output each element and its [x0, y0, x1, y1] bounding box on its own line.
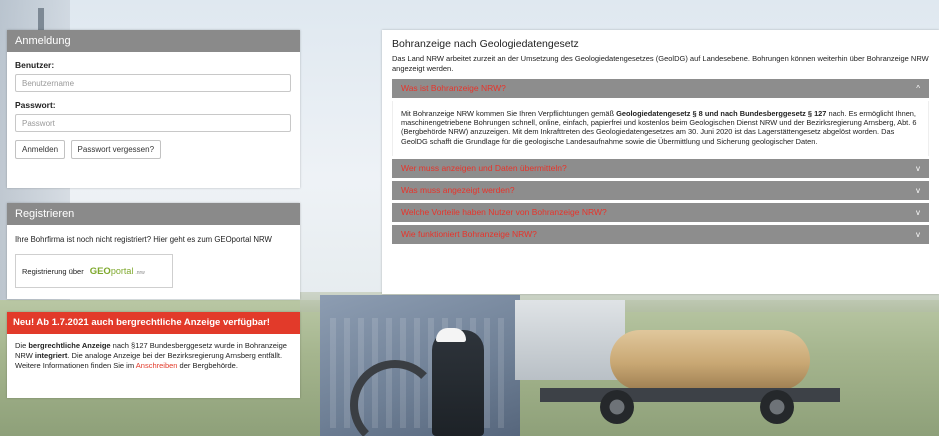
- chevron-down-icon: v: [916, 164, 920, 174]
- notice-card: Neu! Ab 1.7.2021 auch bergrechtliche Anz…: [7, 312, 300, 398]
- chevron-down-icon: v: [916, 186, 920, 196]
- accordion-item-was-muss[interactable]: Was muss angezeigt werden? v: [392, 181, 929, 201]
- register-intro: Ihre Bohrfirma ist noch nicht registrier…: [15, 235, 272, 244]
- page-title: Bohranzeige nach Geologiedatengesetz: [392, 38, 579, 50]
- worker: [432, 330, 484, 436]
- register-card: Registrieren Ihre Bohrfirma ist noch nic…: [7, 203, 300, 299]
- accordion-item-was-ist[interactable]: Was ist Bohranzeige NRW? ^: [392, 78, 929, 98]
- register-link-text: Registrierung über: [22, 266, 84, 276]
- accordion-item-vorteile[interactable]: Welche Vorteile haben Nutzer von Bohranz…: [392, 203, 929, 223]
- accordion-body-was-ist: Mit Bohranzeige NRW kommen Sie Ihren Ver…: [392, 100, 929, 157]
- login-card: Anmeldung Benutzer: Passwort: Anmelden P…: [7, 30, 300, 188]
- accordion-item-wie-funktioniert[interactable]: Wie funktioniert Bohranzeige NRW? v: [392, 225, 929, 245]
- username-input[interactable]: [15, 74, 291, 92]
- truck-cab: [515, 300, 625, 380]
- password-label: Passwort:: [15, 100, 56, 110]
- trailer-chassis: [540, 388, 840, 402]
- login-title: Anmeldung: [7, 30, 300, 52]
- user-label: Benutzer:: [15, 60, 55, 70]
- register-title: Registrieren: [7, 203, 300, 225]
- login-button[interactable]: Anmelden: [15, 140, 66, 159]
- notice-title: Neu! Ab 1.7.2021 auch bergrechtliche Anz…: [7, 312, 300, 334]
- geoportal-register-link[interactable]: Registrierung über GEO portal .nrw: [15, 254, 173, 288]
- password-input[interactable]: [15, 114, 291, 132]
- intro-text: Das Land NRW arbeitet zurzeit an der Ums…: [392, 54, 929, 73]
- anschreiben-link[interactable]: Anschreiben: [136, 361, 178, 370]
- trailer-wheel: [600, 390, 634, 424]
- chevron-down-icon: v: [916, 208, 920, 218]
- trailer-wheel: [760, 390, 794, 424]
- worker-helmet: [436, 328, 466, 342]
- info-panel: Bohranzeige nach Geologiedatengesetz Das…: [382, 30, 939, 294]
- geoportal-logo: GEO portal .nrw: [89, 265, 145, 277]
- chevron-down-icon: v: [916, 230, 920, 240]
- notice-text: Die bergrechtliche Anzeige nach §127 Bun…: [15, 341, 287, 370]
- tank-trailer: [610, 330, 810, 390]
- chevron-up-icon: ^: [916, 83, 920, 93]
- accordion-item-wer-muss[interactable]: Wer muss anzeigen und Daten übermitteln?…: [392, 159, 929, 179]
- forgot-password-button[interactable]: Passwort vergessen?: [70, 140, 162, 159]
